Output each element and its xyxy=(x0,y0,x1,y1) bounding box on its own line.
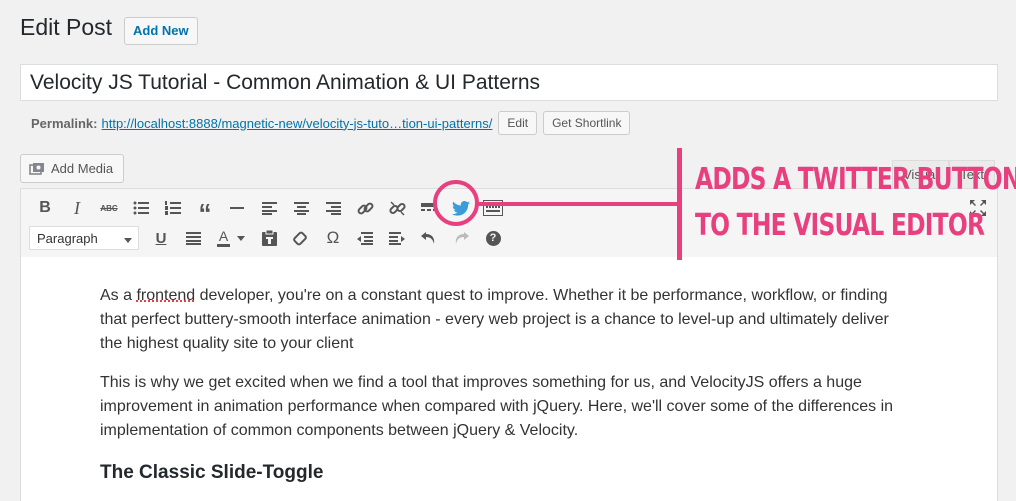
align-right-icon[interactable] xyxy=(317,193,349,223)
content-paragraph-1: As a frontend developer, you're on a con… xyxy=(100,287,889,352)
post-title-input[interactable]: Velocity JS Tutorial - Common Animation … xyxy=(20,64,998,101)
outdent-icon[interactable] xyxy=(349,223,381,253)
numbered-list-icon[interactable] xyxy=(157,193,189,223)
indent-icon[interactable] xyxy=(381,223,413,253)
add-media-button[interactable]: Add Media xyxy=(20,154,124,183)
permalink-bar: Permalink: http://localhost:8888/magneti… xyxy=(31,111,631,135)
permalink-url-link[interactable]: http://localhost:8888/magnetic-new/veloc… xyxy=(101,116,492,131)
chevron-down-icon xyxy=(124,231,132,246)
editor-content[interactable]: As a frontend developer, you're on a con… xyxy=(20,257,998,501)
horizontal-rule-icon[interactable] xyxy=(221,193,253,223)
link-icon[interactable] xyxy=(349,193,381,223)
annotation-line-1: ADDS A TWITTER BUTTON xyxy=(695,162,1016,197)
strikethrough-icon[interactable]: ABC xyxy=(93,193,125,223)
special-character-icon[interactable]: Ω xyxy=(317,223,349,253)
text-color-icon[interactable]: A xyxy=(209,223,253,253)
get-shortlink-button[interactable]: Get Shortlink xyxy=(543,111,631,135)
redo-icon[interactable] xyxy=(445,223,477,253)
media-icon xyxy=(29,162,45,176)
format-select-value: Paragraph xyxy=(37,230,98,246)
italic-icon[interactable]: I xyxy=(61,193,93,223)
page-title: Edit Post xyxy=(20,14,113,40)
toolbar-toggle-icon[interactable] xyxy=(477,193,509,223)
bold-icon[interactable]: B xyxy=(29,193,61,223)
annotation-bar xyxy=(677,148,682,260)
add-media-label: Add Media xyxy=(51,161,114,176)
annotation-callout: ADDS A TWITTER BUTTON TO THE VISUAL EDIT… xyxy=(695,157,1016,249)
align-center-icon[interactable] xyxy=(285,193,317,223)
underline-icon[interactable]: U xyxy=(145,223,177,253)
permalink-edit-button[interactable]: Edit xyxy=(498,111,538,135)
blockquote-icon[interactable]: “ xyxy=(189,193,221,226)
clear-formatting-icon[interactable] xyxy=(285,223,317,253)
paste-text-icon[interactable] xyxy=(253,223,285,253)
annotation-line xyxy=(478,202,680,206)
unlink-icon[interactable] xyxy=(381,193,413,223)
format-select[interactable]: Paragraph xyxy=(29,226,139,250)
add-new-button[interactable]: Add New xyxy=(124,17,198,45)
align-left-icon[interactable] xyxy=(253,193,285,223)
permalink-label: Permalink: xyxy=(31,115,98,131)
undo-icon[interactable] xyxy=(413,223,445,253)
toolbar-row-2: Paragraph U A Ω ? xyxy=(29,223,509,253)
content-heading: The Classic Slide-Toggle xyxy=(100,462,324,483)
annotation-line-2: TO THE VISUAL EDITOR xyxy=(695,208,985,243)
justify-icon[interactable] xyxy=(177,223,209,253)
help-icon[interactable]: ? xyxy=(477,223,509,253)
annotation-circle xyxy=(433,180,479,226)
bullet-list-icon[interactable] xyxy=(125,193,157,223)
content-paragraph-2: This is why we get excited when we find … xyxy=(100,374,894,439)
misspelled-word: frontend xyxy=(136,287,196,304)
